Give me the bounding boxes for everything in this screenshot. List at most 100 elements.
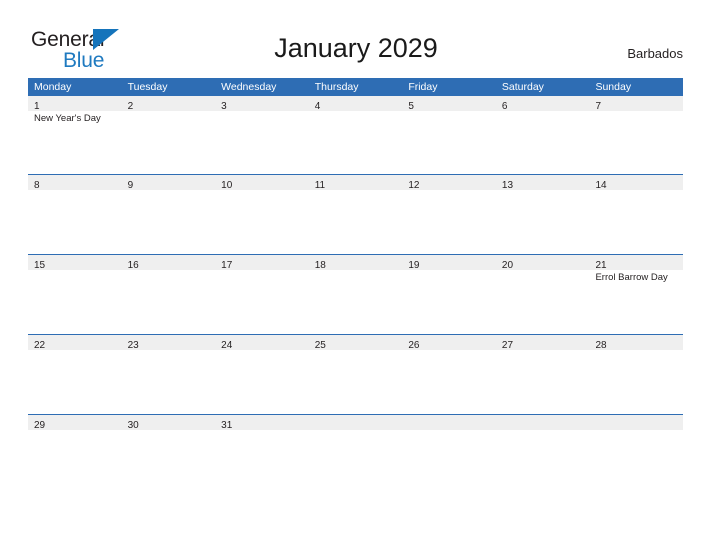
- day-number-band: 11: [308, 175, 403, 191]
- day-cell[interactable]: 23: [121, 335, 216, 414]
- day-number: 11: [314, 180, 326, 191]
- day-cell[interactable]: 4: [308, 96, 403, 174]
- day-number-band: 13: [495, 175, 590, 191]
- day-cell[interactable]: 2: [121, 96, 216, 174]
- day-number: 19: [408, 260, 420, 271]
- day-cell[interactable]: 3: [215, 96, 309, 174]
- day-number: 13: [501, 180, 514, 191]
- day-cell[interactable]: 21 Errol Barrow Day: [589, 255, 684, 334]
- day-cell[interactable]: 20: [495, 255, 590, 334]
- day-number-band: 24: [215, 335, 309, 351]
- day-cell[interactable]: 7: [589, 96, 684, 174]
- day-event-label: [402, 111, 496, 113]
- day-cell[interactable]: 26: [402, 335, 496, 414]
- day-number: 15: [34, 260, 46, 271]
- day-cell[interactable]: 10: [215, 175, 309, 254]
- page-title: January 2029: [274, 33, 438, 63]
- day-number-band: 16: [121, 255, 216, 271]
- day-cell[interactable]: 17: [215, 255, 309, 334]
- country-label: Barbados: [627, 46, 683, 61]
- day-number-band: 31: [215, 415, 309, 431]
- day-number-band: 15: [28, 255, 122, 271]
- weekday-header-friday: Friday: [408, 81, 438, 93]
- day-event-label: [309, 111, 403, 113]
- day-cell[interactable]: 11: [308, 175, 403, 254]
- day-number: 17: [221, 260, 233, 271]
- day-cell[interactable]: 29: [28, 415, 122, 509]
- day-number: [589, 420, 595, 431]
- day-cell[interactable]: 19: [402, 255, 496, 334]
- day-cell[interactable]: 5: [402, 96, 496, 174]
- day-event-label: [402, 430, 496, 432]
- day-number-band: 6: [495, 96, 590, 112]
- day-number-band: 21: [589, 255, 684, 271]
- day-cell[interactable]: 6: [495, 96, 590, 174]
- weekday-header-saturday: Saturday: [501, 81, 544, 93]
- day-number: 21: [595, 260, 607, 271]
- day-event-label: [496, 430, 590, 432]
- day-number: 18: [314, 260, 326, 271]
- day-cell[interactable]: 22: [28, 335, 122, 414]
- day-cell[interactable]: 24: [215, 335, 309, 414]
- day-cell[interactable]: 15: [28, 255, 122, 334]
- day-cell[interactable]: 9: [121, 175, 216, 254]
- day-event-label: [122, 190, 216, 192]
- day-number-band: 27: [495, 335, 590, 351]
- week-row: 1 New Year's Day 2 3 4 5 6 7: [28, 96, 684, 174]
- day-cell-empty: [402, 415, 496, 509]
- day-number-band: 9: [121, 175, 216, 191]
- weekday-header-monday: Monday: [34, 81, 72, 93]
- day-number: [496, 420, 502, 431]
- day-cell[interactable]: 1 New Year's Day: [28, 96, 122, 174]
- day-number: 20: [501, 260, 514, 271]
- day-number: 6: [501, 101, 508, 112]
- day-number-band: 2: [121, 96, 216, 112]
- day-cell[interactable]: 16: [121, 255, 216, 334]
- day-cell[interactable]: 18: [308, 255, 403, 334]
- day-number: 14: [595, 180, 607, 191]
- day-number-band: 18: [308, 255, 403, 271]
- week-row: 15 16 17 18 19 20 21 Errol Barrow Day: [28, 254, 684, 334]
- day-cell[interactable]: 14: [589, 175, 684, 254]
- day-number: 24: [221, 340, 233, 351]
- day-number-band: 25: [308, 335, 403, 351]
- weekday-header-thursday: Thursday: [314, 81, 359, 93]
- day-number-band: 20: [495, 255, 590, 271]
- day-number: 28: [595, 340, 607, 351]
- day-cell-empty: [308, 415, 403, 509]
- day-event-label: [28, 190, 122, 192]
- day-cell[interactable]: 13: [495, 175, 590, 254]
- weekday-header-sunday: Sunday: [595, 81, 632, 93]
- day-number: 5: [408, 101, 414, 112]
- day-number-band: 22: [28, 335, 122, 351]
- day-event-label: [215, 111, 309, 113]
- day-cell[interactable]: 30: [121, 415, 216, 509]
- page-header: General Blue January 2029 Barbados: [0, 0, 712, 78]
- day-number-band: 29: [28, 415, 122, 431]
- day-event-label: [309, 430, 403, 432]
- day-number-band: 12: [402, 175, 496, 191]
- day-number: 2: [127, 101, 134, 112]
- week-row: 22 23 24 25 26 27 28: [28, 334, 684, 414]
- day-cell[interactable]: 8: [28, 175, 122, 254]
- day-cell[interactable]: 12: [402, 175, 496, 254]
- day-number: 23: [127, 340, 139, 351]
- day-number: 3: [221, 101, 227, 112]
- day-number-band: [308, 415, 403, 430]
- day-cell[interactable]: 27: [495, 335, 590, 414]
- day-number: 30: [127, 420, 139, 431]
- day-event-label: New Year's Day: [34, 113, 101, 124]
- day-cell[interactable]: 28: [589, 335, 684, 414]
- day-event-label: [122, 111, 216, 113]
- weekday-header-row: Monday Tuesday Wednesday Thursday Friday…: [28, 78, 683, 96]
- day-number: 25: [314, 340, 326, 351]
- day-cell[interactable]: 25: [308, 335, 403, 414]
- day-cell[interactable]: 31: [215, 415, 309, 509]
- day-number-band: 14: [589, 175, 684, 191]
- day-number-band: 30: [121, 415, 216, 431]
- day-number: 29: [34, 420, 46, 431]
- day-number: 12: [408, 180, 420, 191]
- day-number: 8: [34, 180, 40, 191]
- week-row: 29 30 31: [28, 414, 684, 509]
- day-number: 10: [221, 180, 233, 191]
